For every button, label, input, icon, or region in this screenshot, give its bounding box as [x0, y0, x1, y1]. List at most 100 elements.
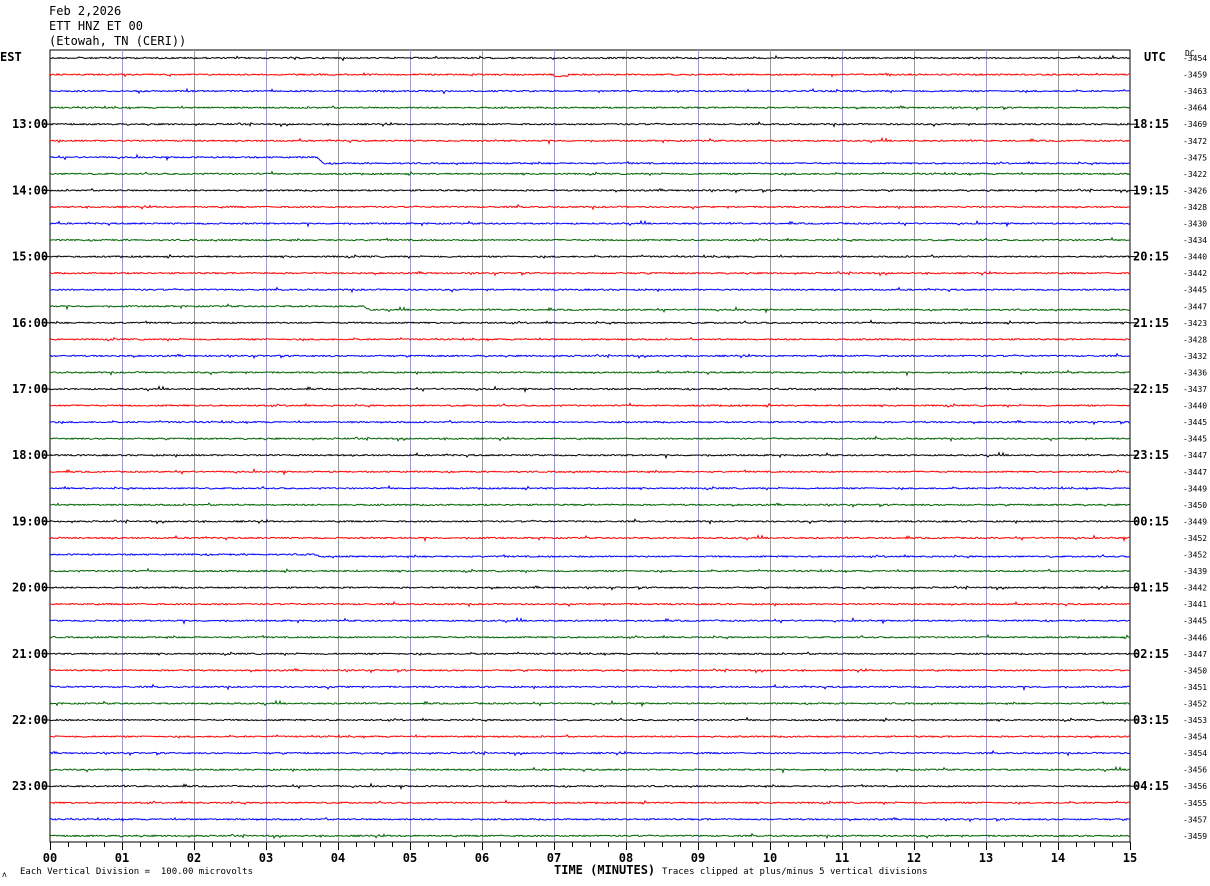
- x-tick-label: 02: [187, 851, 201, 865]
- left-hour-label: 20:00: [12, 581, 48, 595]
- left-hour-label: 14:00: [12, 183, 48, 197]
- dc-offset-label: -3459: [1183, 832, 1207, 841]
- dc-offset-label: -3456: [1183, 782, 1207, 791]
- dc-offset-label: -3440: [1183, 253, 1207, 262]
- seismic-trace: [49, 683, 1130, 692]
- dc-offset-label: -3442: [1183, 269, 1207, 278]
- dc-offset-label: -3453: [1183, 716, 1207, 725]
- seismic-trace: [49, 336, 1131, 342]
- dc-offset-label: -3456: [1183, 766, 1207, 775]
- seismic-trace: [49, 518, 1131, 525]
- left-hour-label: 23:00: [12, 779, 48, 793]
- seismic-trace: [49, 584, 1131, 591]
- seismic-trace: [49, 765, 1131, 774]
- seismic-trace: [49, 502, 1131, 509]
- dc-offset-label: -3457: [1183, 815, 1207, 824]
- dc-offset-label: -3445: [1183, 418, 1207, 427]
- seismic-trace: [49, 121, 1131, 128]
- seismic-trace: [49, 419, 1130, 426]
- dc-offset-label: -3459: [1183, 71, 1207, 80]
- seismic-trace: [49, 616, 1130, 625]
- dc-offset-label: -3447: [1183, 468, 1207, 477]
- seismic-trace: [49, 236, 1130, 243]
- seismic-trace: [49, 402, 1131, 408]
- seismic-trace: [49, 253, 1131, 259]
- x-tick-label: 10: [763, 851, 777, 865]
- right-hour-label: 03:15: [1133, 713, 1169, 727]
- right-hour-label: 00:15: [1133, 514, 1169, 528]
- right-hour-label: 04:15: [1133, 779, 1169, 793]
- seismic-trace: [49, 799, 1131, 806]
- seismic-trace: [49, 153, 1131, 166]
- x-tick-label: 06: [475, 851, 489, 865]
- dc-offset-label: -3447: [1183, 302, 1207, 311]
- seismic-trace: [49, 699, 1131, 708]
- dc-offset-label: -3434: [1183, 236, 1207, 245]
- right-hour-label: 21:15: [1133, 316, 1169, 330]
- dc-offset-label: -3454: [1183, 749, 1207, 758]
- dc-offset-label: -3451: [1183, 683, 1207, 692]
- dc-offset-label: -3442: [1183, 584, 1207, 593]
- seismic-trace: [49, 219, 1131, 228]
- seismic-trace: [49, 352, 1131, 360]
- right-hour-label: 20:15: [1133, 250, 1169, 264]
- dc-offset-label: -3445: [1183, 617, 1207, 626]
- left-hour-label: 19:00: [12, 514, 48, 528]
- seismic-trace: [49, 749, 1131, 757]
- dc-offset-label: -3452: [1183, 551, 1207, 560]
- seismic-trace: [49, 187, 1131, 194]
- dc-offset-label: -3436: [1183, 368, 1207, 377]
- logo-mark-icon: ʌ: [2, 870, 7, 879]
- seismic-trace: [49, 203, 1131, 211]
- dc-offset-label: -3447: [1183, 451, 1207, 460]
- dc-offset-label: -3432: [1183, 352, 1207, 361]
- x-tick-label: 01: [115, 851, 129, 865]
- seismic-trace: [49, 484, 1131, 491]
- dc-offset-label: -3452: [1183, 534, 1207, 543]
- dc-offset-label: -3430: [1183, 220, 1207, 229]
- x-tick-label: 13: [979, 851, 993, 865]
- dc-offset-label: -3428: [1183, 335, 1207, 344]
- right-hour-label: 18:15: [1133, 117, 1169, 131]
- seismic-trace: [49, 136, 1131, 146]
- seismic-trace: [49, 72, 1130, 78]
- right-hour-label: 22:15: [1133, 382, 1169, 396]
- seismic-trace: [49, 319, 1131, 326]
- seismic-traces: [49, 54, 1131, 840]
- left-hour-label: 21:00: [12, 647, 48, 661]
- x-tick-label: 00: [43, 851, 57, 865]
- dc-offset-label: -3469: [1183, 120, 1207, 129]
- dc-offset-label: -3428: [1183, 203, 1207, 212]
- dc-offset-label: -3464: [1183, 104, 1207, 113]
- dc-offset-label: -3446: [1183, 633, 1207, 642]
- seismic-trace: [49, 651, 1131, 657]
- seismic-trace: [49, 270, 1131, 277]
- dc-offset-label: -3463: [1183, 87, 1207, 96]
- x-tick-label: 04: [331, 851, 345, 865]
- dc-offset-label: -3423: [1183, 319, 1207, 328]
- dc-offset-label: -3441: [1183, 600, 1207, 609]
- dc-offset-label: -3437: [1183, 385, 1207, 394]
- seismic-trace: [50, 435, 1130, 443]
- x-tick-label: 09: [691, 851, 705, 865]
- dc-offset-label: -3452: [1183, 699, 1207, 708]
- seismic-trace: [49, 816, 1130, 823]
- left-hour-label: 17:00: [12, 382, 48, 396]
- right-hour-label: 23:15: [1133, 448, 1169, 462]
- dc-offset-label: -3454: [1183, 54, 1207, 63]
- seismic-trace: [49, 832, 1131, 840]
- seismic-trace: [49, 369, 1131, 377]
- dc-offset-label: -3445: [1183, 435, 1207, 444]
- helicorder-plot: 00 01 02 03 04 05 06 07 08 09 10 11 12 13 14 15 -3454-3…: [12, 49, 1207, 865]
- x-tick-label: 15: [1123, 851, 1137, 865]
- dc-offset-label: -3450: [1183, 666, 1207, 675]
- seismic-trace: [49, 303, 1131, 314]
- right-hour-label: 01:15: [1133, 581, 1169, 595]
- left-hour-label: 16:00: [12, 316, 48, 330]
- seismic-trace: [49, 534, 1131, 543]
- clipping-note: Traces clipped at plus/minus 5 vertical …: [662, 867, 928, 877]
- x-axis-title: TIME (MINUTES): [554, 863, 656, 877]
- left-hour-label: 22:00: [12, 713, 48, 727]
- seismic-trace: [49, 667, 1131, 674]
- hour-labels: -3454 -3459 -3463 -3464 -3469 -3472 -3475 -3422…: [12, 54, 1207, 841]
